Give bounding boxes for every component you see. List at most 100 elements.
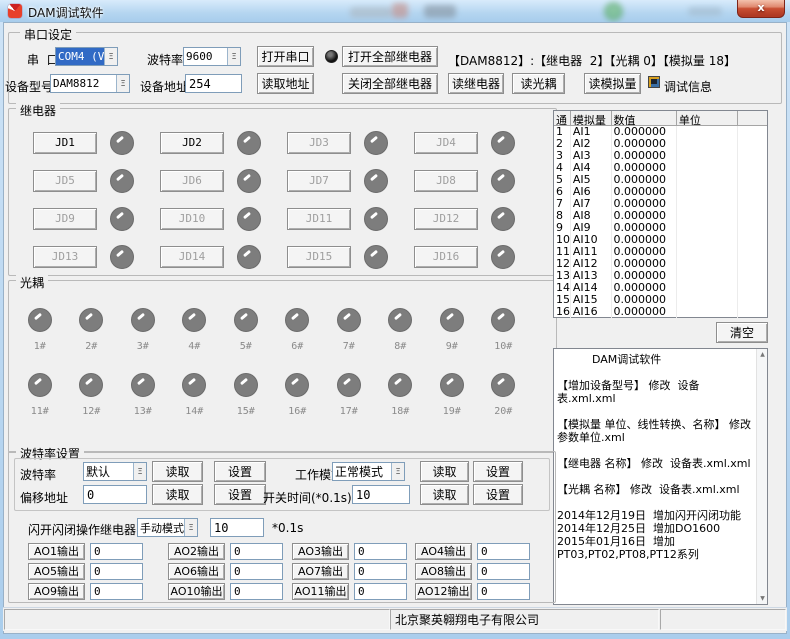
aero-blur-decoration [688,7,722,16]
opto-indicator-icon [388,373,412,397]
ao-output-input[interactable]: 0 [477,583,530,600]
clear-button[interactable]: 清空 [716,322,768,343]
baud-set-button[interactable]: 设置 [214,461,266,482]
cell-unit [677,222,738,234]
relay-button[interactable]: JD16 [414,246,478,268]
work-mode-read-button[interactable]: 读取 [420,461,469,482]
chevron-down-icon[interactable]: Ξ [391,463,404,480]
work-mode-combobox[interactable]: 正常模式 Ξ [332,462,405,481]
scroll-up-icon[interactable]: ▲ [757,349,768,360]
opto-number-label: 19# [443,406,461,417]
switch-time-input[interactable]: 10 [352,485,410,504]
read-opto-button[interactable]: 读光耦 [512,73,565,94]
relay-indicator-icon [237,169,261,193]
relay-button[interactable]: JD1 [33,132,97,154]
switch-time-read-button[interactable]: 读取 [420,484,469,505]
analog-table: 通 模拟量 数值 单位 1 AI1 0.000000 2 AI2 0.00 [553,110,768,318]
ao-output-button[interactable]: AO8输出 [415,563,472,580]
ao-output-input[interactable]: 0 [354,583,407,600]
ao-output-input[interactable]: 0 [354,543,407,560]
ao-output-button[interactable]: AO4输出 [415,543,472,560]
relay-button[interactable]: JD14 [160,246,224,268]
chevron-down-icon[interactable]: Ξ [116,75,129,92]
ao-output-input[interactable]: 0 [90,543,143,560]
offset-read-button[interactable]: 读取 [152,484,203,505]
ao-output-input[interactable]: 0 [230,583,283,600]
cell-analog-name: AI14 [571,282,612,294]
debug-info-label[interactable]: 调试信息 [664,78,712,95]
ao-output-input[interactable]: 0 [230,543,283,560]
ao-output-button[interactable]: AO2输出 [168,543,225,560]
cell-analog-name: AI16 [571,306,612,318]
ao-output-input[interactable]: 0 [90,583,143,600]
chevron-down-icon[interactable]: Ξ [184,519,197,536]
ao-output-button[interactable]: AO9输出 [28,583,85,600]
ao-cell: AO10输出 0 [168,581,292,601]
relay-button[interactable]: JD10 [160,208,224,230]
ao-output-input[interactable]: 0 [230,563,283,580]
read-relay-button[interactable]: 读继电器 [448,73,504,94]
ao-output-button[interactable]: AO10输出 [168,583,225,600]
relay-button[interactable]: JD13 [33,246,97,268]
open-all-relays-button[interactable]: 打开全部继电器 [342,46,438,67]
ao-output-input[interactable]: 0 [90,563,143,580]
info-panel[interactable]: DAM调试软件 【增加设备型号】 修改 设备表.xml.xml 【模拟量 单位、… [553,348,768,605]
ao-output-button[interactable]: AO1输出 [28,543,85,560]
ao-output-button[interactable]: AO6输出 [168,563,225,580]
scroll-down-icon[interactable]: ▼ [757,593,768,604]
opto-number-label: 8# [394,341,406,352]
ao-output-input[interactable]: 0 [477,563,530,580]
relay-button[interactable]: JD8 [414,170,478,192]
cell-analog-name: AI8 [571,210,612,222]
cell-unit [677,126,738,138]
opto-indicator-icon [491,373,515,397]
baud-default-combobox[interactable]: 默认 Ξ [83,462,147,481]
open-port-button[interactable]: 打开串口 [257,46,314,67]
chevron-down-icon[interactable]: Ξ [133,463,146,480]
baud-combobox[interactable]: 9600 Ξ [183,47,241,66]
chevron-down-icon[interactable]: Ξ [227,48,240,65]
close-button[interactable]: x [737,0,785,18]
chevron-down-icon[interactable]: Ξ [104,48,117,65]
cell-extra [738,210,767,222]
ao-output-button[interactable]: AO12输出 [415,583,472,600]
relay-button[interactable]: JD6 [160,170,224,192]
ao-output-button[interactable]: AO3输出 [292,543,349,560]
relay-button[interactable]: JD12 [414,208,478,230]
relay-button[interactable]: JD4 [414,132,478,154]
read-addr-button[interactable]: 读取地址 [257,73,314,94]
relay-button[interactable]: JD5 [33,170,97,192]
ao-output-input[interactable]: 0 [477,543,530,560]
info-scrollbar[interactable]: ▲ ▼ [756,349,767,604]
relay-cell: JD9 [33,200,160,238]
relay-indicator-icon [110,207,134,231]
device-addr-input[interactable]: 254 [185,74,242,93]
cell-channel: 1 [554,126,571,138]
offset-set-button[interactable]: 设置 [214,484,266,505]
flash-time-input[interactable]: 10 [210,518,264,537]
switch-time-set-button[interactable]: 设置 [473,484,523,505]
ao-output-input[interactable]: 0 [354,563,407,580]
offset-input[interactable]: 0 [83,485,147,504]
relay-button[interactable]: JD3 [287,132,351,154]
relay-button[interactable]: JD9 [33,208,97,230]
ao-cell: AO8输出 0 [415,561,538,581]
relay-button[interactable]: JD15 [287,246,351,268]
opto-indicator-icon [79,373,103,397]
cell-unit [677,270,738,282]
ao-output-button[interactable]: AO5输出 [28,563,85,580]
baud-read-button[interactable]: 读取 [152,461,203,482]
relay-button[interactable]: JD11 [287,208,351,230]
opto-group-label: 光耦 [16,274,48,291]
device-model-combobox[interactable]: DAM8812 Ξ [50,74,130,93]
ao-output-button[interactable]: AO11输出 [292,583,349,600]
relay-button[interactable]: JD2 [160,132,224,154]
read-analog-button[interactable]: 读模拟量 [584,73,641,94]
port-combobox[interactable]: COM4 (V) Ξ [55,47,118,66]
flash-mode-combobox[interactable]: 手动模式 Ξ [137,518,198,537]
close-all-relays-button[interactable]: 关闭全部继电器 [342,73,438,94]
relay-button[interactable]: JD7 [287,170,351,192]
opto-cell: 10# [478,308,530,352]
ao-output-button[interactable]: AO7输出 [292,563,349,580]
work-mode-set-button[interactable]: 设置 [473,461,523,482]
